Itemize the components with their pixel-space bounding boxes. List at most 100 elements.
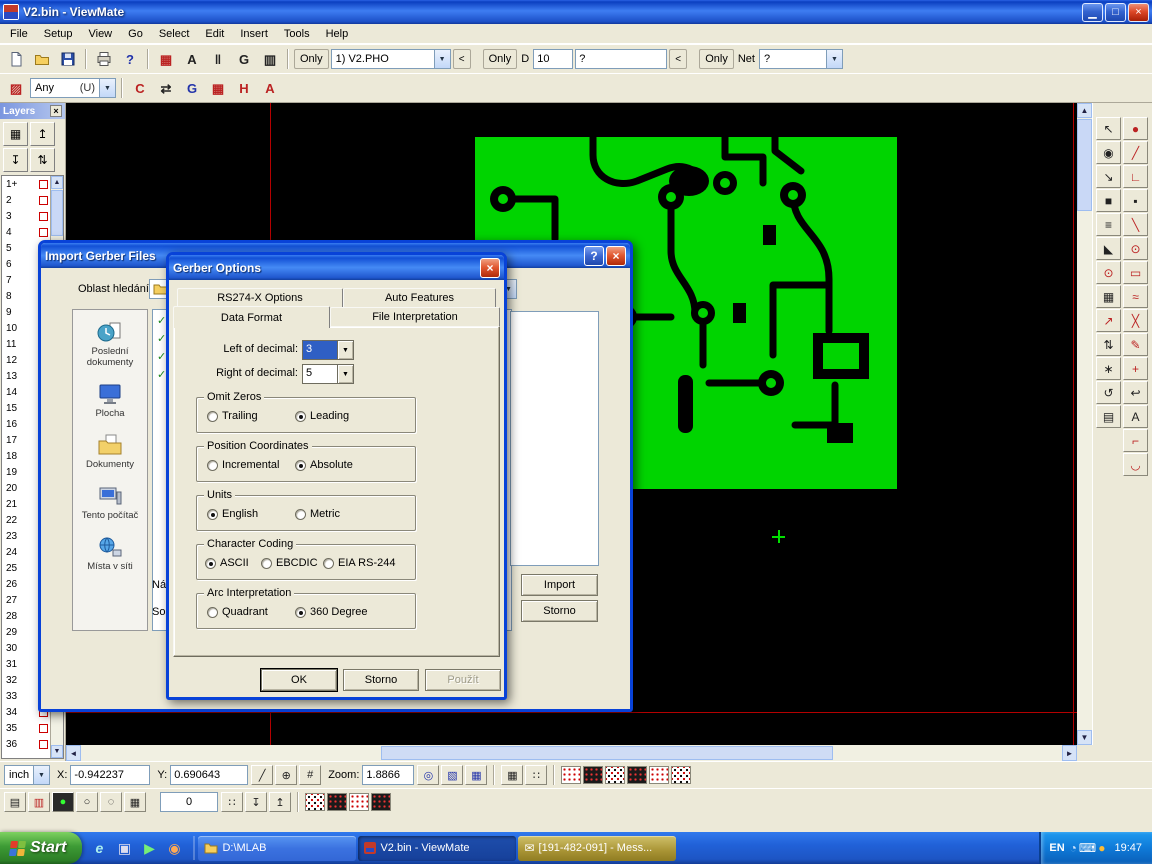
dot-grid-icon[interactable]: ∷: [221, 792, 243, 812]
layer-color-swatch[interactable]: [39, 724, 48, 733]
dialog-help-button[interactable]: ?: [584, 246, 604, 266]
tab-file-interpretation[interactable]: File Interpretation: [330, 307, 500, 326]
tab-auto-features[interactable]: Auto Features: [343, 288, 496, 307]
zoom-window-icon[interactable]: ▧: [441, 765, 463, 785]
zoom-all-icon[interactable]: ▦: [465, 765, 487, 785]
print-button[interactable]: [92, 48, 116, 71]
dcode-query-field[interactable]: ?: [575, 49, 667, 69]
tab-rs274x-options[interactable]: RS274-X Options: [177, 288, 343, 307]
left-decimal-combo[interactable]: 3 ▼: [302, 340, 354, 360]
bitmap-dark-icon[interactable]: [627, 766, 647, 784]
menu-item[interactable]: Go: [120, 26, 151, 42]
radio-incremental[interactable]: Incremental: [207, 459, 279, 471]
radio-ascii[interactable]: ASCII: [205, 557, 249, 569]
scroll-down-icon[interactable]: ▼: [1077, 730, 1092, 745]
radio-eia-rs244[interactable]: EIA RS-244: [323, 557, 395, 569]
menu-item[interactable]: Tools: [276, 26, 318, 42]
show-desktop-icon[interactable]: ▣: [113, 837, 135, 859]
place-documents[interactable]: Dokumenty: [75, 433, 145, 470]
internet-explorer-icon[interactable]: e: [88, 837, 110, 859]
dcode-hash-icon[interactable]: #: [299, 765, 321, 785]
pan-up-icon[interactable]: ↥: [269, 792, 291, 812]
layer-lower-icon[interactable]: ↧: [3, 148, 28, 172]
filled-box-icon[interactable]: ■: [1096, 189, 1121, 212]
draw-angle-icon[interactable]: ∟: [1123, 165, 1148, 188]
grid-table-icon[interactable]: ▦: [124, 792, 146, 812]
browser-icon[interactable]: ◉: [163, 837, 185, 859]
radio-quadrant[interactable]: Quadrant: [207, 606, 268, 618]
dialog-close-button[interactable]: ×: [480, 258, 500, 278]
previous-dcode-button[interactable]: <: [669, 49, 687, 69]
dcode-table-icon[interactable]: ▦: [154, 48, 178, 71]
canvas-vertical-scrollbar[interactable]: ▲ ▼: [1077, 103, 1092, 745]
arc-icon[interactable]: ◡: [1123, 453, 1148, 476]
canvas-horizontal-scrollbar[interactable]: ◄ ►: [66, 745, 1077, 761]
media-player-icon[interactable]: ▶: [138, 837, 160, 859]
scroll-thumb[interactable]: [1077, 119, 1092, 211]
layer-color-swatch[interactable]: [39, 180, 48, 189]
grid-fine-icon[interactable]: ▦: [501, 765, 523, 785]
draw-rect-icon[interactable]: ▭: [1123, 261, 1148, 284]
chevron-down-icon[interactable]: ▼: [99, 79, 115, 97]
chevron-down-icon[interactable]: ▼: [826, 50, 842, 68]
taskbar-button-explorer[interactable]: D:\MLAB: [198, 836, 356, 861]
pad-grid-icon[interactable]: ▦: [206, 77, 230, 100]
draw-circle-icon[interactable]: ⊙: [1123, 237, 1148, 260]
only-net-toggle[interactable]: Only: [699, 49, 734, 69]
dialog-close-button[interactable]: ×: [606, 246, 626, 266]
layer-color-swatch[interactable]: [39, 228, 48, 237]
context-help-button[interactable]: ?: [118, 48, 142, 71]
layer-grid-icon[interactable]: ▦: [3, 122, 28, 146]
pan-down-icon[interactable]: ↧: [245, 792, 267, 812]
pointer-select-icon[interactable]: ↖: [1096, 117, 1121, 140]
right-decimal-combo[interactable]: 5 ▼: [302, 364, 354, 384]
bitmap-mixed-icon[interactable]: [671, 766, 691, 784]
layer-row[interactable]: 2: [2, 192, 50, 208]
chevron-down-icon[interactable]: ▼: [337, 341, 353, 359]
gerber-dialog-titlebar[interactable]: Gerber Options ×: [169, 255, 504, 280]
stack-lines-icon[interactable]: ≡: [1096, 213, 1121, 236]
pencil-icon[interactable]: ✎: [1123, 333, 1148, 356]
place-desktop[interactable]: Plocha: [75, 382, 145, 419]
vector-icon[interactable]: ↗: [1096, 309, 1121, 332]
language-indicator[interactable]: EN: [1049, 842, 1064, 854]
menu-item[interactable]: Edit: [197, 26, 232, 42]
g-aperture-icon[interactable]: G: [180, 77, 204, 100]
asterisk-icon[interactable]: ∗: [1096, 357, 1121, 380]
layer-row[interactable]: 1+: [2, 176, 50, 192]
radio-absolute[interactable]: Absolute: [295, 459, 353, 471]
scroll-down-icon[interactable]: ▼: [51, 745, 63, 758]
import-button[interactable]: Import: [521, 574, 598, 596]
update-dot-icon[interactable]: ●: [1098, 841, 1105, 855]
draw-pad-icon[interactable]: ●: [1123, 117, 1148, 140]
scroll-thumb[interactable]: [51, 190, 63, 236]
rotate-icon[interactable]: ↺: [1096, 381, 1121, 404]
corner-icon[interactable]: ⌐: [1123, 429, 1148, 452]
cancel-button[interactable]: Storno: [343, 669, 419, 691]
target-icon[interactable]: ⊙: [1096, 261, 1121, 284]
scroll-up-icon[interactable]: ▲: [1077, 103, 1092, 118]
minimize-button[interactable]: ▁: [1082, 3, 1103, 22]
add-icon[interactable]: +: [1123, 357, 1148, 380]
bitmap-dark-icon[interactable]: [583, 766, 603, 784]
radio-360-degree[interactable]: 360 Degree: [295, 606, 368, 618]
bitmap-red-icon[interactable]: [649, 766, 669, 784]
place-my-computer[interactable]: Tento počítač: [75, 484, 145, 521]
swap-horizontal-icon[interactable]: ⇄: [154, 77, 178, 100]
radio-english[interactable]: English: [207, 508, 258, 520]
small-pad-icon[interactable]: ▪: [1123, 189, 1148, 212]
radio-trailing[interactable]: Trailing: [207, 410, 258, 422]
scroll-up-icon[interactable]: ▲: [51, 176, 63, 189]
h-aperture-icon[interactable]: H: [232, 77, 256, 100]
cancel-button[interactable]: Storno: [521, 600, 598, 622]
draw-diagonal-icon[interactable]: ╲: [1123, 213, 1148, 236]
menu-item[interactable]: Help: [318, 26, 357, 42]
tab-data-format[interactable]: Data Format: [173, 306, 330, 328]
close-button[interactable]: ×: [1128, 3, 1149, 22]
draw-line-icon[interactable]: ╱: [251, 765, 273, 785]
aperture-mode-button[interactable]: ▨: [4, 77, 28, 100]
probe-alt-icon[interactable]: ◌: [100, 792, 122, 812]
cross-out-icon[interactable]: ╳: [1123, 309, 1148, 332]
radio-ebcdic[interactable]: EBCDIC: [261, 557, 318, 569]
close-icon[interactable]: ×: [50, 105, 62, 117]
